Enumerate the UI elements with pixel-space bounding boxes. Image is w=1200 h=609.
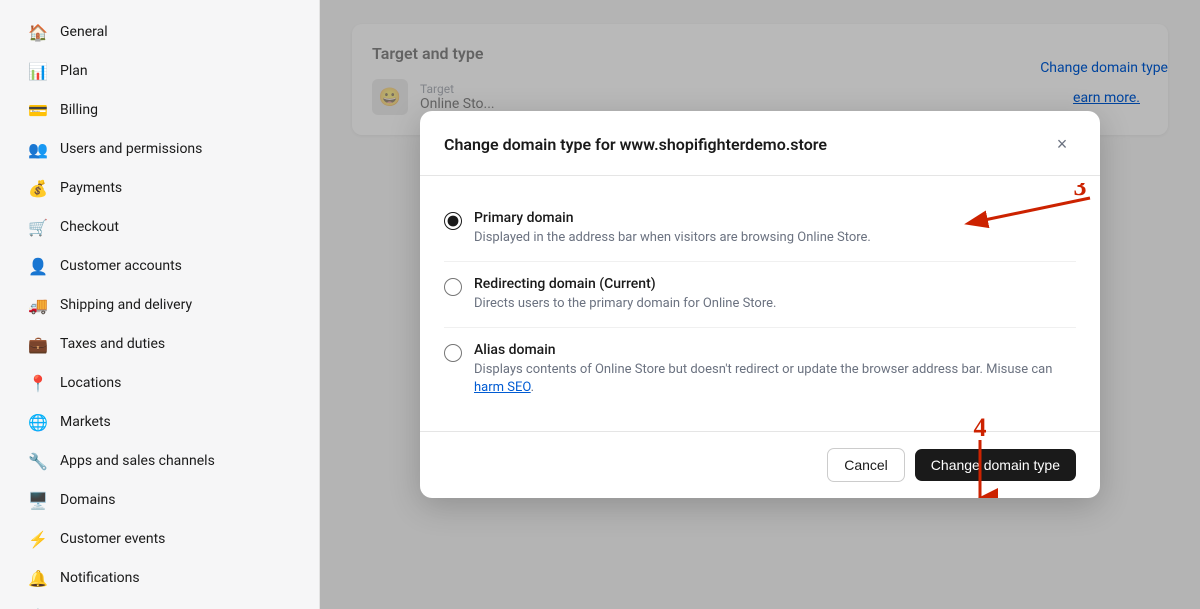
sidebar-item-label: Locations: [60, 375, 121, 391]
payments-icon: 💰: [28, 178, 48, 198]
sidebar-item-customer-accounts[interactable]: 👤 Customer accounts: [8, 247, 311, 285]
modal-close-button[interactable]: ×: [1048, 131, 1076, 159]
users-icon: 👥: [28, 139, 48, 159]
radio-content-alias: Alias domain Displays contents of Online…: [474, 342, 1076, 397]
sidebar-item-label: Payments: [60, 180, 122, 196]
sidebar-item-label: Checkout: [60, 219, 119, 235]
modal-header: Change domain type for www.shopifighterd…: [420, 111, 1100, 176]
sidebar: 🏠 General 📊 Plan 💳 Billing 👥 Users and p…: [0, 0, 320, 609]
sidebar-item-label: Notifications: [60, 570, 140, 586]
sidebar-item-general[interactable]: 🏠 General: [8, 13, 311, 51]
radio-option-alias[interactable]: Alias domain Displays contents of Online…: [444, 328, 1076, 411]
modal-body: Primary domain Displayed in the address …: [420, 176, 1100, 432]
locations-icon: 📍: [28, 373, 48, 393]
sidebar-item-markets[interactable]: 🌐 Markets: [8, 403, 311, 441]
radio-desc-redirecting: Directs users to the primary domain for …: [474, 295, 776, 313]
modal-footer: Cancel Change domain type: [420, 431, 1100, 498]
sidebar-item-apps[interactable]: 🔧 Apps and sales channels: [8, 442, 311, 480]
radio-content-primary: Primary domain Displayed in the address …: [474, 210, 871, 247]
sidebar-item-label: Domains: [60, 492, 115, 508]
sidebar-item-label: Apps and sales channels: [60, 453, 215, 469]
radio-redirecting[interactable]: [444, 278, 462, 296]
sidebar-item-label: Taxes and duties: [60, 336, 165, 352]
sidebar-item-label: Billing: [60, 102, 98, 118]
general-icon: 🏠: [28, 22, 48, 42]
sidebar-item-customer-events[interactable]: ⚡ Customer events: [8, 520, 311, 558]
sidebar-item-label: General: [60, 24, 108, 40]
notifications-icon: 🔔: [28, 568, 48, 588]
change-domain-modal: Change domain type for www.shopifighterd…: [420, 111, 1100, 499]
sidebar-item-checkout[interactable]: 🛒 Checkout: [8, 208, 311, 246]
customer-events-icon: ⚡: [28, 529, 48, 549]
billing-icon: 💳: [28, 100, 48, 120]
sidebar-item-label: Markets: [60, 414, 111, 430]
taxes-icon: 💼: [28, 334, 48, 354]
checkout-icon: 🛒: [28, 217, 48, 237]
sidebar-item-label: Plan: [60, 63, 88, 79]
sidebar-item-label: Customer accounts: [60, 258, 182, 274]
sidebar-item-notifications[interactable]: 🔔 Notifications: [8, 559, 311, 597]
modal-title: Change domain type for www.shopifighterd…: [444, 135, 827, 154]
radio-label-primary: Primary domain: [474, 210, 871, 226]
modal-overlay: Change domain type for www.shopifighterd…: [320, 0, 1200, 609]
sidebar-item-custom-data[interactable]: 📋 Custom data: [8, 598, 311, 609]
markets-icon: 🌐: [28, 412, 48, 432]
sidebar-item-locations[interactable]: 📍 Locations: [8, 364, 311, 402]
sidebar-item-users[interactable]: 👥 Users and permissions: [8, 130, 311, 168]
customer-accounts-icon: 👤: [28, 256, 48, 276]
radio-label-redirecting: Redirecting domain (Current): [474, 276, 776, 292]
radio-desc-primary: Displayed in the address bar when visito…: [474, 229, 871, 247]
radio-option-redirecting[interactable]: Redirecting domain (Current) Directs use…: [444, 262, 1076, 328]
radio-option-primary[interactable]: Primary domain Displayed in the address …: [444, 196, 1076, 262]
radio-alias[interactable]: [444, 344, 462, 362]
sidebar-item-domains[interactable]: 🖥️ Domains: [8, 481, 311, 519]
sidebar-item-label: Users and permissions: [60, 141, 202, 157]
sidebar-item-shipping[interactable]: 🚚 Shipping and delivery: [8, 286, 311, 324]
sidebar-item-billing[interactable]: 💳 Billing: [8, 91, 311, 129]
sidebar-item-label: Shipping and delivery: [60, 297, 192, 313]
change-domain-type-button[interactable]: Change domain type: [915, 449, 1076, 481]
radio-primary[interactable]: [444, 212, 462, 230]
plan-icon: 📊: [28, 61, 48, 81]
cancel-button[interactable]: Cancel: [827, 448, 905, 482]
radio-desc-alias: Displays contents of Online Store but do…: [474, 361, 1076, 397]
shipping-icon: 🚚: [28, 295, 48, 315]
sidebar-item-payments[interactable]: 💰 Payments: [8, 169, 311, 207]
radio-label-alias: Alias domain: [474, 342, 1076, 358]
harm-seo-link[interactable]: harm SEO: [474, 380, 531, 395]
main-content: Target and type 😀 Target Online Sto... C…: [320, 0, 1200, 609]
radio-content-redirecting: Redirecting domain (Current) Directs use…: [474, 276, 776, 313]
sidebar-item-taxes[interactable]: 💼 Taxes and duties: [8, 325, 311, 363]
domains-icon: 🖥️: [28, 490, 48, 510]
sidebar-item-label: Customer events: [60, 531, 165, 547]
apps-icon: 🔧: [28, 451, 48, 471]
sidebar-item-plan[interactable]: 📊 Plan: [8, 52, 311, 90]
